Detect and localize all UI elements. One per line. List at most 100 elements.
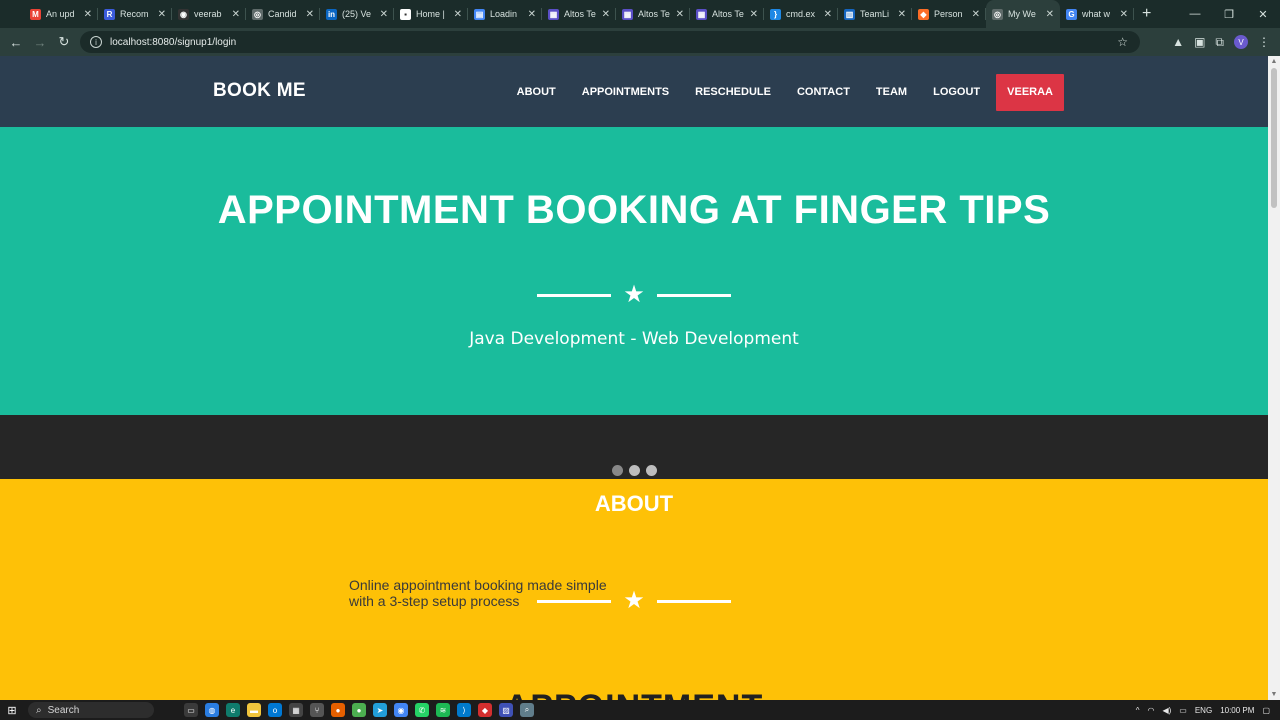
app-blue-icon[interactable]: ▨ <box>499 703 513 717</box>
menu-kebab-icon[interactable]: ⋮ <box>1258 35 1270 49</box>
site-brand[interactable]: BOOK ME <box>213 80 306 102</box>
battery-icon[interactable]: ▭ <box>1179 706 1187 715</box>
store-icon[interactable]: ▦ <box>289 703 303 717</box>
close-tab-icon[interactable]: ✕ <box>380 9 388 20</box>
close-tab-icon[interactable]: ✕ <box>750 9 758 20</box>
browser-tab[interactable]: ◎ My We ✕ <box>986 0 1060 28</box>
browser-tab[interactable]: ◎ Candid ✕ <box>246 0 320 28</box>
hero-subtitle: Java Development - Web Development <box>469 329 799 349</box>
scroll-thumb[interactable] <box>1271 68 1277 208</box>
whatsapp-icon[interactable]: ✆ <box>415 703 429 717</box>
edge-icon[interactable]: e <box>226 703 240 717</box>
carousel-dot[interactable] <box>629 465 640 476</box>
scroll-down-icon[interactable]: ▼ <box>1268 691 1280 698</box>
altos-icon: ▦ <box>622 8 633 20</box>
about-text: Online appointment booking made simple w… <box>349 577 607 609</box>
browser-tab[interactable]: M An upd ✕ <box>24 0 98 28</box>
linkedin-icon: in <box>326 8 337 20</box>
clock[interactable]: 10:00 PM <box>1220 706 1254 715</box>
nav-link-logout[interactable]: LOGOUT <box>920 74 993 111</box>
carousel-dot[interactable] <box>646 465 657 476</box>
page-scrollbar[interactable]: ▲ ▼ <box>1268 56 1280 700</box>
taskbar-apps: ▭ ◍ e ▬ o ▦ ⑂ ● ● ➤ ◉ ✆ ≋ ⟩ ◆ ▨ ⌕ <box>184 703 534 717</box>
browser-tab[interactable]: ▦ Altos Te ✕ <box>542 0 616 28</box>
altos-icon: ▦ <box>696 8 707 20</box>
close-tab-icon[interactable]: ✕ <box>528 9 536 20</box>
reload-icon[interactable]: ↻ <box>52 34 76 50</box>
tray-chevron-icon[interactable]: ^ <box>1136 706 1140 715</box>
back-icon[interactable]: ← <box>4 35 28 50</box>
extensions-icon[interactable]: ⧉ <box>1215 35 1224 50</box>
nav-link-about[interactable]: ABOUT <box>504 74 569 111</box>
tab-title: TeamLi <box>860 9 890 19</box>
chrome-icon[interactable]: ◉ <box>394 703 408 717</box>
telegram-icon[interactable]: ➤ <box>373 703 387 717</box>
address-bar[interactable]: i localhost:8080/signup1/login ☆ <box>80 31 1140 53</box>
close-window-icon[interactable]: ✕ <box>1246 8 1280 21</box>
forward-icon[interactable]: → <box>28 35 52 50</box>
browser-tab[interactable]: R Recom ✕ <box>98 0 172 28</box>
copilot-icon[interactable]: ◍ <box>205 703 219 717</box>
close-tab-icon[interactable]: ✕ <box>306 9 314 20</box>
file-explorer-icon[interactable]: ▬ <box>247 703 261 717</box>
tab-title: Home | <box>416 9 445 19</box>
close-tab-icon[interactable]: ✕ <box>972 9 980 20</box>
close-tab-icon[interactable]: ✕ <box>232 9 240 20</box>
close-tab-icon[interactable]: ✕ <box>676 9 684 20</box>
nav-link-team[interactable]: TEAM <box>863 74 920 111</box>
taskbar-search[interactable]: ⌕ Search <box>28 702 154 718</box>
nav-link-contact[interactable]: CONTACT <box>784 74 863 111</box>
close-tab-icon[interactable]: ✕ <box>898 9 906 20</box>
nav-link-appointments[interactable]: APPOINTMENTS <box>569 74 682 111</box>
about-title: ABOUT <box>594 491 674 516</box>
language-indicator[interactable]: ENG <box>1195 706 1212 715</box>
browser-tab[interactable]: ◉ veerab ✕ <box>172 0 246 28</box>
browser-tab[interactable]: ▦ Altos Te ✕ <box>616 0 690 28</box>
new-tab-button[interactable]: + <box>1142 5 1151 23</box>
close-tab-icon[interactable]: ✕ <box>84 9 92 20</box>
tab-title: Altos Te <box>564 9 596 19</box>
app-red-icon[interactable]: ◆ <box>478 703 492 717</box>
magnifier-icon[interactable]: ⌕ <box>520 703 534 717</box>
bookmark-star-icon[interactable]: ☆ <box>1117 35 1128 49</box>
scroll-up-icon[interactable]: ▲ <box>1268 58 1280 65</box>
browser-tab[interactable]: ▦ Altos Te ✕ <box>690 0 764 28</box>
task-view-icon[interactable]: ▭ <box>184 703 198 717</box>
carousel-dot[interactable] <box>612 465 623 476</box>
tab-search-icon[interactable]: ▣ <box>1194 35 1205 49</box>
browser-tab[interactable]: ▪ Home | ✕ <box>394 0 468 28</box>
vscode-icon[interactable]: ⟩ <box>457 703 471 717</box>
spotify-icon[interactable]: ≋ <box>436 703 450 717</box>
outlook-icon[interactable]: o <box>268 703 282 717</box>
close-tab-icon[interactable]: ✕ <box>602 9 610 20</box>
close-tab-icon[interactable]: ✕ <box>158 9 166 20</box>
user-button[interactable]: VEERAA <box>996 74 1064 111</box>
gitlab-icon: ◆ <box>918 8 929 20</box>
restore-icon[interactable]: ❐ <box>1212 8 1246 21</box>
app-green-icon[interactable]: ● <box>352 703 366 717</box>
close-tab-icon[interactable]: ✕ <box>1120 9 1128 20</box>
notifications-icon[interactable]: ▢ <box>1262 706 1270 715</box>
profile-avatar[interactable]: V <box>1234 35 1248 49</box>
volume-icon[interactable]: ◀) <box>1162 706 1171 715</box>
browser-tab[interactable]: in (25) Ve ✕ <box>320 0 394 28</box>
minimize-icon[interactable]: — <box>1178 8 1212 20</box>
wifi-icon[interactable]: ◠ <box>1147 706 1154 715</box>
nav-link-reschedule[interactable]: RESCHEDULE <box>682 74 784 111</box>
search-icon: ⌕ <box>36 704 42 716</box>
windows-start-icon[interactable]: ⊞ <box>0 704 24 717</box>
firefox-icon[interactable]: ● <box>331 703 345 717</box>
browser-tab[interactable]: ▤ Loadin ✕ <box>468 0 542 28</box>
browser-tab[interactable]: ▥ TeamLi ✕ <box>838 0 912 28</box>
browser-tab[interactable]: } cmd.ex ✕ <box>764 0 838 28</box>
close-tab-icon[interactable]: ✕ <box>454 9 462 20</box>
drive-icon[interactable]: ▲ <box>1172 35 1184 49</box>
site-info-icon[interactable]: i <box>90 36 102 48</box>
close-tab-icon[interactable]: ✕ <box>1046 9 1054 20</box>
browser-tab[interactable]: ◆ Person ✕ <box>912 0 986 28</box>
tab-title: Altos Te <box>638 9 670 19</box>
git-icon[interactable]: ⑂ <box>310 703 324 717</box>
browser-tab[interactable]: Gwhat w ✕ <box>1060 0 1134 28</box>
teamlist-icon: ▥ <box>844 8 855 20</box>
close-tab-icon[interactable]: ✕ <box>824 9 832 20</box>
